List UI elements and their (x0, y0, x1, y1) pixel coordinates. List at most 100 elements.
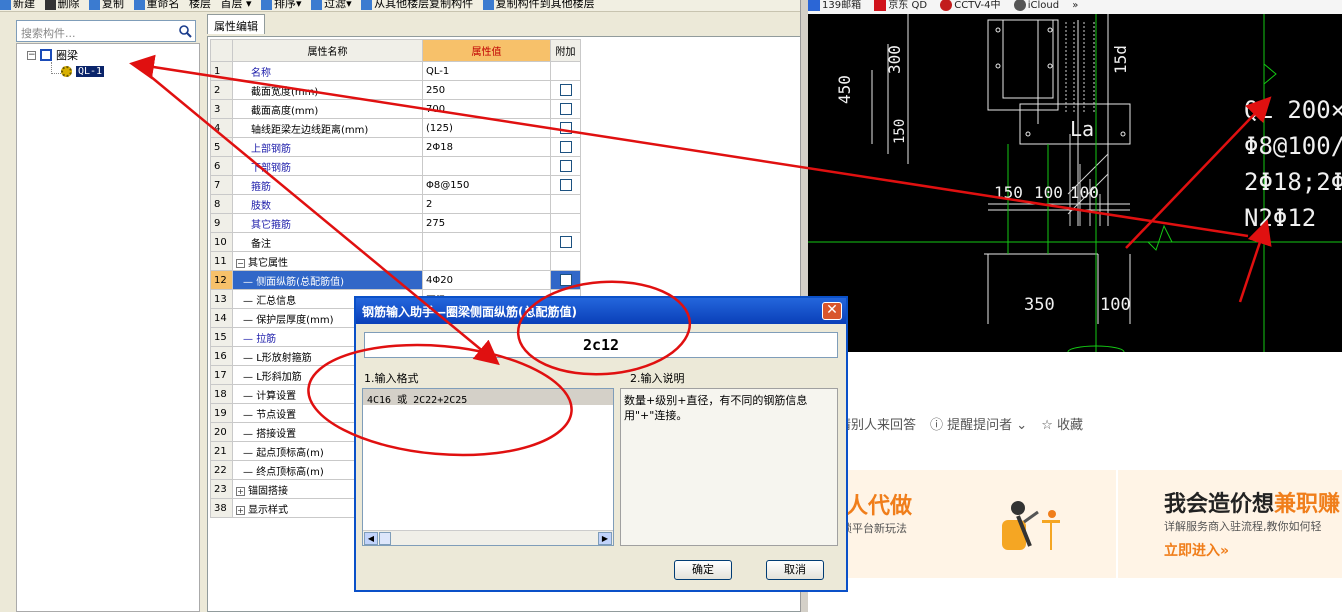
filter-button[interactable]: 过滤▾ (311, 0, 352, 11)
property-row[interactable]: 3 截面高度(mm) 700 (210, 99, 581, 119)
copy-to-floor-label: 复制构件到其他楼层 (495, 0, 595, 10)
property-row[interactable]: 12— 侧面纵筋(总配筋值) 4Φ20 (210, 270, 581, 290)
row-number: 2 (210, 80, 233, 100)
property-value[interactable] (422, 156, 551, 176)
property-row[interactable]: 11− 其它属性 (210, 251, 581, 271)
tree-item-ql1[interactable]: QL-1 (61, 66, 105, 77)
tree-root-label: 圈梁 (56, 49, 78, 62)
expand-icon[interactable]: − (236, 258, 245, 268)
property-row[interactable]: 9 其它箍筋 275 (210, 213, 581, 233)
property-row[interactable]: 5 上部钢筋 2Φ18 (210, 137, 581, 157)
delete-button[interactable]: 删除 (44, 0, 80, 11)
search-icon[interactable] (178, 24, 192, 38)
row-number: 4 (210, 118, 233, 138)
sort-label: 排序 (274, 0, 297, 10)
property-name: 其它箍筋 (232, 213, 423, 233)
property-row[interactable]: 4 轴线距梁左边线距离(mm) (125) (210, 118, 581, 138)
invite-answer-link[interactable]: 请别人来回答 (838, 414, 916, 433)
tab-property-edit[interactable]: 属性编辑 (207, 14, 265, 34)
extra-checkbox[interactable] (559, 179, 572, 191)
extra-checkbox[interactable] (559, 141, 572, 153)
remind-asker-link[interactable]: ⓘ 提醒提问者 ⌄ (930, 414, 1027, 433)
property-value[interactable]: 2Φ18 (422, 137, 551, 157)
property-row[interactable]: 7 箍筋 Φ8@150 (210, 175, 581, 195)
scroll-thumb[interactable] (379, 532, 391, 545)
expand-icon[interactable]: + (236, 505, 245, 515)
property-extra (550, 194, 581, 214)
row-number: 6 (210, 156, 233, 176)
new-button[interactable]: 新建 (0, 0, 35, 11)
property-row[interactable]: 6 下部钢筋 (210, 156, 581, 176)
sort-button[interactable]: 排序▾ (261, 0, 302, 11)
tree-line-icon: — (243, 447, 257, 459)
property-extra (550, 213, 581, 233)
close-icon[interactable]: ✕ (822, 302, 842, 320)
copy-to-floor-button[interactable]: 复制构件到其他楼层 (482, 0, 595, 11)
toolbar: 新建 删除 复制 重命名 楼层 首层 ▾ 排序▾ 过滤▾ 从其他楼层复制构件 复… (0, 0, 808, 12)
tree-line-icon: — (243, 352, 257, 364)
floor-select[interactable]: 首层 ▾ (221, 0, 252, 11)
property-value[interactable]: Φ8@150 (422, 175, 551, 195)
cad-text: 450 (835, 75, 854, 104)
bookmark-cctv[interactable]: CCTV-4中 (940, 0, 1001, 11)
property-name-label: L形斜加筋 (256, 371, 302, 383)
extra-checkbox[interactable] (559, 160, 572, 172)
cancel-button[interactable]: 取消 (766, 560, 824, 580)
property-name: 上部钢筋 (232, 137, 423, 157)
property-value[interactable]: (125) (422, 118, 551, 138)
scroll-right-icon[interactable]: ▶ (598, 532, 612, 545)
property-extra (550, 251, 581, 271)
expand-icon[interactable]: + (236, 486, 245, 496)
property-value[interactable] (422, 232, 551, 252)
favorite-link[interactable]: ☆ 收藏 (1041, 414, 1083, 433)
tree-root-ring-beam[interactable]: − 圈梁 (27, 48, 78, 62)
rebar-value-input[interactable]: 2c12 (364, 332, 838, 358)
copy-from-floor-button[interactable]: 从其他楼层复制构件 (361, 0, 473, 11)
extra-checkbox[interactable] (559, 236, 572, 248)
property-name-label: 节点设置 (256, 409, 297, 421)
search-input[interactable]: 搜索构件... (16, 20, 196, 42)
property-name: 肢数 (232, 194, 423, 214)
property-row[interactable]: 1 名称 QL-1 (210, 61, 581, 81)
delete-icon (44, 0, 56, 10)
format-list-item[interactable]: 4C16 或 2C22+2C25 (363, 389, 613, 406)
extra-checkbox[interactable] (559, 122, 572, 134)
promo-banner[interactable]: 找人代做 解锁平台新玩法 我会造价想兼职赚 详解服务商入驻流程,教你如何轻 立即… (808, 470, 1342, 578)
row-number: 3 (210, 99, 233, 119)
property-extra (550, 156, 581, 176)
scroll-left-icon[interactable]: ◀ (364, 532, 378, 545)
collapse-icon[interactable]: − (27, 50, 36, 60)
property-row[interactable]: 10 备注 (210, 232, 581, 252)
bookmark-icloud[interactable]: iCloud (1013, 0, 1059, 11)
enter-now-link[interactable]: 立即进入» (1164, 540, 1229, 560)
extra-checkbox[interactable] (559, 103, 572, 115)
bookmark-jd[interactable]: 京东 QD (874, 0, 927, 11)
bookmark-139mail[interactable]: 139邮箱 (808, 0, 861, 11)
property-value[interactable]: 700 (422, 99, 551, 119)
property-value[interactable]: 4Φ20 (422, 270, 551, 290)
extra-checkbox[interactable] (559, 274, 572, 286)
tree-line-icon: — (243, 333, 257, 345)
property-row[interactable]: 2 截面宽度(mm) 250 (210, 80, 581, 100)
copy-button[interactable]: 复制 (89, 0, 124, 11)
webpage-content: 请别人来回答 ⓘ 提醒提问者 ⌄ ☆ 收藏 找人代做 解锁平台新玩法 我会造价想… (808, 352, 1342, 612)
copy-from-floor-icon (361, 0, 373, 10)
property-value[interactable]: 2 (422, 194, 551, 214)
bookmark-more[interactable]: » (1072, 0, 1078, 11)
property-value[interactable]: QL-1 (422, 61, 551, 81)
property-value[interactable] (422, 251, 551, 271)
extra-checkbox[interactable] (559, 84, 572, 96)
row-num-header (210, 39, 233, 62)
property-name-label: 锚固搭接 (248, 485, 288, 497)
property-value[interactable]: 250 (422, 80, 551, 100)
property-name-label: 肢数 (251, 200, 271, 212)
property-extra (550, 118, 581, 138)
property-value[interactable]: 275 (422, 213, 551, 233)
ok-button[interactable]: 确定 (674, 560, 732, 580)
banner-divider (1116, 470, 1118, 578)
row-number: 38 (210, 498, 233, 518)
horizontal-scrollbar[interactable]: ◀ ▶ (363, 530, 613, 545)
property-row[interactable]: 8 肢数 2 (210, 194, 581, 214)
rename-button[interactable]: 重命名 (133, 0, 180, 11)
mail-icon (808, 0, 820, 11)
